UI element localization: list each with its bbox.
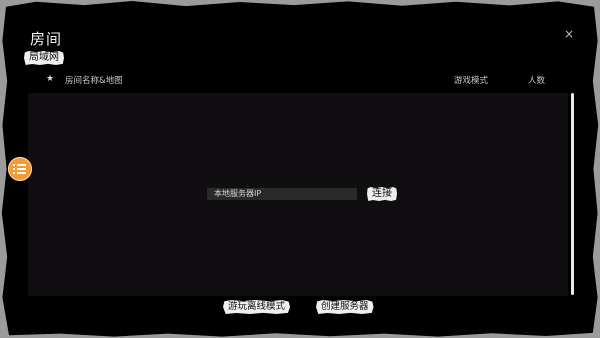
menu-line (17, 168, 26, 170)
star-icon[interactable]: ★ (46, 74, 54, 84)
offline-mode-button[interactable]: 游玩离线模式 (223, 300, 291, 314)
column-header-room[interactable]: 房间名称&地图 (65, 74, 123, 86)
menu-line (17, 172, 26, 174)
server-ip-input[interactable]: 本地服务器IP (207, 188, 357, 200)
menu-line (17, 164, 26, 166)
menu-icon[interactable] (8, 157, 32, 181)
room-list-scrollbar[interactable] (571, 93, 574, 295)
tab-lan[interactable]: 局域网 (24, 51, 64, 65)
menu-dot (13, 164, 15, 166)
column-header-players[interactable]: 人数 (528, 74, 545, 86)
menu-dot (13, 172, 15, 174)
page-title: 房间 (30, 30, 63, 48)
connect-button[interactable]: 连接 (367, 187, 397, 201)
table-header: ★ 房间名称&地图 游戏模式 人数 (46, 74, 556, 86)
create-server-button[interactable]: 创建服务器 (316, 300, 374, 314)
column-header-mode[interactable]: 游戏模式 (454, 74, 488, 86)
menu-dot (13, 168, 15, 170)
close-icon[interactable]: × (564, 28, 574, 40)
